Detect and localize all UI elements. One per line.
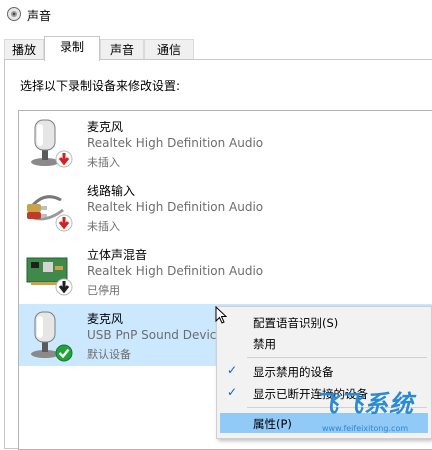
check-icon: ✓ — [227, 385, 238, 399]
title-bar: 声音 — [0, 0, 432, 30]
menu-hover-highlight — [220, 413, 428, 433]
menu-item-disable[interactable]: 禁用 — [253, 336, 276, 352]
device-status: 默认设备 — [87, 348, 131, 361]
menu-item-properties[interactable]: 属性(P) — [253, 416, 292, 432]
instruction-label: 选择以下录制设备来修改设置: — [20, 79, 181, 93]
default-check-icon — [55, 344, 73, 362]
device-name: 立体声混音 — [87, 248, 148, 262]
mouse-cursor-icon — [215, 306, 227, 324]
tab-strip: 播放 录制 声音 通信 — [0, 36, 432, 61]
unplugged-arrow-icon — [55, 214, 73, 232]
device-driver: Realtek High Definition Audio — [87, 136, 264, 150]
check-icon: ✓ — [227, 363, 238, 377]
device-name: 线路输入 — [87, 184, 136, 198]
device-name: 麦克风 — [87, 312, 124, 326]
menu-separator — [247, 407, 427, 408]
tab-recording[interactable]: 录制 — [44, 36, 100, 61]
tab-communications[interactable]: 通信 — [144, 39, 194, 59]
device-name: 麦克风 — [87, 120, 124, 134]
device-status: 未插入 — [87, 156, 120, 169]
speaker-icon — [7, 7, 21, 21]
device-item-line-in[interactable]: 线路输入 Realtek High Definition Audio 未插入 — [19, 176, 432, 238]
menu-item-show-disabled[interactable]: 显示禁用的设备 — [253, 364, 334, 380]
device-item-stereo-mix[interactable]: 立体声混音 Realtek High Definition Audio 已停用 — [19, 240, 432, 302]
device-status: 已停用 — [87, 284, 120, 297]
disabled-arrow-icon — [55, 278, 73, 296]
tab-playback[interactable]: 播放 — [4, 39, 44, 59]
unplugged-arrow-icon — [55, 150, 73, 168]
context-menu: 配置语音识别(S) 禁用 ✓ 显示禁用的设备 ✓ 显示已断开连接的设备 属性(P… — [216, 306, 432, 439]
device-driver: Realtek High Definition Audio — [87, 264, 264, 278]
window-title: 声音 — [27, 9, 52, 23]
device-item-microphone-realtek[interactable]: 麦克风 Realtek High Definition Audio 未插入 — [19, 112, 432, 174]
menu-separator — [247, 357, 427, 358]
device-driver: USB PnP Sound Device — [87, 328, 224, 342]
tab-sounds[interactable]: 声音 — [100, 39, 144, 59]
menu-item-show-disconnected[interactable]: 显示已断开连接的设备 — [253, 386, 368, 402]
device-driver: Realtek High Definition Audio — [87, 200, 264, 214]
menu-item-configure-speech[interactable]: 配置语音识别(S) — [253, 315, 338, 331]
device-status: 未插入 — [87, 220, 120, 233]
